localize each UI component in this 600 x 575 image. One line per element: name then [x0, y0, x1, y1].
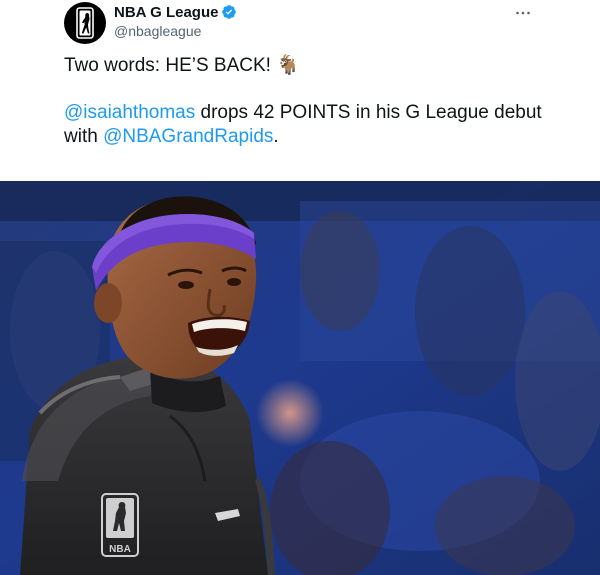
g-league-logo-icon — [76, 7, 94, 39]
tweet-text-segment: with — [64, 126, 104, 147]
author-info: NBA G League @nbagleague — [114, 2, 237, 39]
player-photo: NBA — [0, 181, 600, 575]
tweet-media-photo[interactable]: NBA — [0, 181, 600, 575]
tweet-text-line-2: @isaiahthomas drops 42 POINTS in his G L… — [64, 101, 542, 125]
handle[interactable]: @nbagleague — [114, 23, 237, 39]
mention-nbagrandrapids-link[interactable]: @NBAGrandRapids — [103, 126, 273, 147]
tweet-text-segment: drops 42 POINTS in his G League debut — [195, 102, 542, 123]
display-name[interactable]: NBA G League — [114, 4, 218, 21]
nba-logo-text: NBA — [109, 544, 131, 555]
mention-isaiahthomas-link[interactable]: @isaiahthomas — [64, 102, 195, 123]
tweet-text-line-3: with @NBAGrandRapids. — [64, 125, 279, 149]
more-options-icon — [516, 11, 530, 15]
more-options-button[interactable] — [512, 2, 534, 24]
tweet-text-segment: . — [273, 126, 279, 147]
verified-badge-icon — [221, 4, 237, 20]
tweet-card: NBA G League @nbagleague Two words: HE’S… — [0, 0, 600, 575]
avatar[interactable] — [64, 2, 106, 44]
tweet-text-line-1: Two words: HE’S BACK! 🐐 — [64, 55, 300, 76]
name-row: NBA G League — [114, 2, 237, 22]
background-light — [256, 379, 324, 447]
